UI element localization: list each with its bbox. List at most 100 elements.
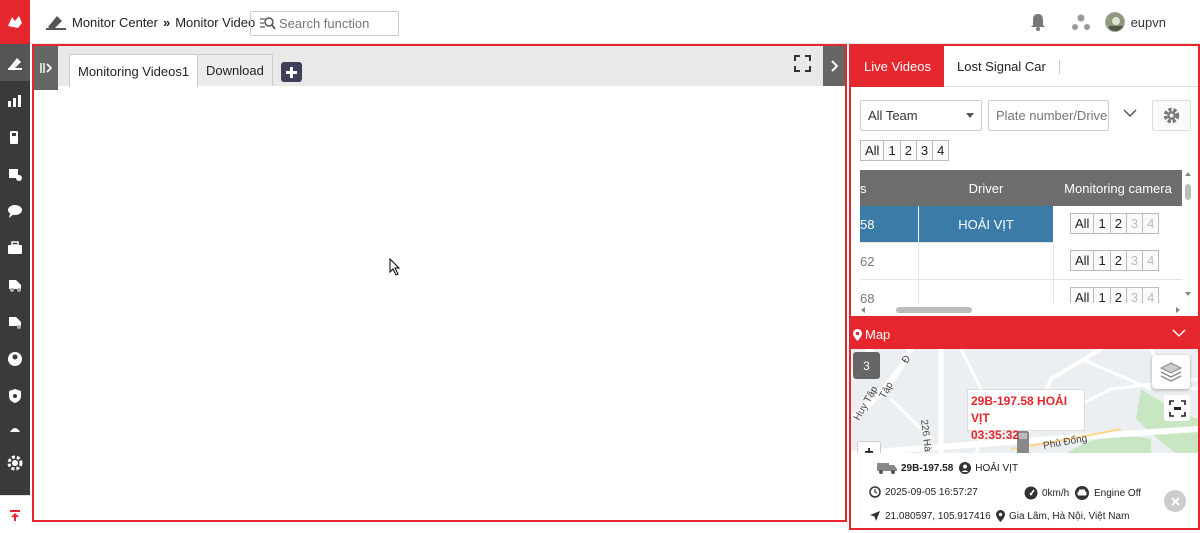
camera-3-button[interactable]: 3	[1125, 250, 1144, 271]
chevron-down-icon[interactable]	[1123, 106, 1137, 121]
map-header[interactable]: Map	[851, 320, 1198, 349]
info-speed: 0km/h	[1042, 487, 1070, 499]
vehicle-settings-nav-icon[interactable]	[0, 303, 30, 340]
row-driver: HOẢI VỊT	[918, 206, 1054, 243]
sidebar	[0, 0, 30, 533]
search-input[interactable]	[279, 16, 389, 31]
breadcrumb: Monitor Center » Monitor Video	[45, 13, 255, 31]
bus-nav-icon[interactable]	[0, 414, 30, 444]
tab-monitoring-videos[interactable]: Monitoring Videos1	[69, 54, 199, 87]
info-datetime: 2025-09-05 16:57:27	[885, 486, 978, 498]
map-panel: Map Huy Tập Phù Đổng Tập Đ 3 29B-197.58 …	[849, 318, 1200, 530]
layers-button[interactable]	[1152, 355, 1190, 389]
row-id: 62	[860, 254, 875, 269]
team-select[interactable]: All Team	[860, 100, 982, 131]
channel-filter-4[interactable]: 4	[932, 140, 950, 161]
settings-nav-icon[interactable]	[0, 444, 30, 481]
plate-driver-input[interactable]	[996, 108, 1108, 123]
popup-time: 03:35:32	[971, 428, 1020, 442]
tab-live-videos[interactable]: Live Videos	[851, 46, 944, 87]
column-camera: Monitoring camera	[1064, 180, 1172, 196]
fullscreen-icon[interactable]	[794, 55, 811, 75]
map-canvas[interactable]: 226 Hà Huy Tập Huy Tập Phù Đổng Tập Đ 3 …	[851, 349, 1198, 528]
info-engine-row: Engine Off	[1074, 486, 1141, 500]
user-name: eupvn	[1130, 14, 1166, 30]
camera-1-button[interactable]: 1	[1093, 287, 1111, 303]
map-fullscreen-button[interactable]	[1164, 395, 1190, 421]
channel-filter-all[interactable]: All	[860, 140, 885, 161]
monitor-icon	[45, 13, 67, 31]
info-driver: HOẢI VỊT	[975, 462, 1019, 474]
vehicle-nav-icon[interactable]	[0, 266, 30, 303]
plate-driver-field[interactable]	[988, 100, 1109, 131]
settings-button[interactable]	[1152, 100, 1191, 131]
info-time-row: 2025-09-05 16:57:27	[869, 486, 978, 498]
camera-buttons: All 1 2 3 4	[1070, 287, 1160, 303]
shield-nav-icon[interactable]	[0, 377, 30, 414]
fuel-nav-icon[interactable]	[0, 118, 30, 155]
message-nav-icon[interactable]	[0, 192, 30, 229]
column-id: s	[860, 180, 867, 196]
driver-nav-icon[interactable]	[0, 340, 30, 377]
tab-lost-signal-car[interactable]: Lost Signal Car	[944, 46, 1059, 87]
camera-4-button[interactable]: 4	[1142, 250, 1160, 271]
map-pin-icon	[853, 328, 862, 341]
camera-all-button[interactable]: All	[1070, 250, 1095, 271]
close-info-button[interactable]	[1164, 490, 1186, 512]
bell-icon[interactable]	[1029, 12, 1047, 32]
camera-4-button[interactable]: 4	[1142, 287, 1160, 303]
channel-filter-2[interactable]: 2	[899, 140, 917, 161]
column-driver[interactable]: Driver	[918, 170, 1054, 206]
table-row[interactable]: 68 All 1 2 3 4	[860, 280, 1182, 303]
close-icon	[1170, 496, 1180, 506]
camera-3-button[interactable]: 3	[1125, 287, 1144, 303]
camera-2-button[interactable]: 2	[1109, 213, 1127, 234]
vertical-scrollbar[interactable]	[1182, 170, 1194, 303]
live-videos-panel: Live Videos Lost Signal Car All Team All…	[849, 44, 1200, 318]
horizontal-scrollbar[interactable]	[860, 304, 1182, 316]
info-coords: 21.080597, 105.917416	[885, 510, 991, 522]
search-box[interactable]	[250, 11, 399, 36]
team-select-value: All Team	[868, 108, 918, 123]
camera-buttons: All 1 2 3 4	[1070, 213, 1160, 234]
caret-down-icon	[966, 113, 974, 118]
location-arrow-icon	[869, 510, 881, 522]
collapse-right-button[interactable]	[823, 46, 845, 86]
channel-filter-1[interactable]: 1	[883, 140, 901, 161]
monitor-nav-icon[interactable]	[0, 44, 30, 81]
info-speed-row: 0km/h	[1024, 486, 1069, 500]
breadcrumb-section[interactable]: Monitor Center	[72, 15, 158, 30]
vehicle-info-card: 29B-197.58 HOẢI VỊT 2025-09-05 16:57:27 …	[851, 453, 1198, 528]
briefcase-nav-icon[interactable]	[0, 229, 30, 266]
camera-2-button[interactable]: 2	[1109, 287, 1127, 303]
avatar	[1104, 12, 1125, 32]
add-tab-button[interactable]	[281, 62, 302, 82]
chevron-down-icon[interactable]	[1172, 329, 1186, 338]
layers-icon	[1159, 361, 1183, 383]
scroll-top-icon[interactable]	[0, 495, 30, 533]
info-engine: Engine Off	[1094, 487, 1142, 499]
channel-filter-3[interactable]: 3	[915, 140, 934, 161]
collapse-left-button[interactable]	[34, 46, 58, 90]
camera-3-button[interactable]: 3	[1125, 213, 1144, 234]
reports-nav-icon[interactable]	[0, 81, 30, 118]
camera-2-button[interactable]: 2	[1109, 250, 1127, 271]
logo-icon[interactable]	[0, 0, 30, 44]
video-tab-bar: Monitoring Videos1 Download	[34, 46, 845, 90]
table-row[interactable]: 58 HOẢI VỊT All 1 2 3 4	[860, 206, 1182, 243]
cluster-count[interactable]: 3	[853, 352, 880, 379]
camera-1-button[interactable]: 1	[1093, 213, 1111, 234]
camera-all-button[interactable]: All	[1070, 287, 1095, 303]
vehicle-popup[interactable]: 29B-197.58 HOẢI VỊT 03:35:32	[967, 389, 1085, 442]
breadcrumb-separator: »	[162, 14, 171, 30]
user-menu[interactable]: eupvn	[1104, 12, 1166, 32]
video-workspace: Monitoring Videos1 Download	[32, 44, 847, 522]
table-row[interactable]: 62 All 1 2 3 4	[860, 243, 1182, 280]
camera-all-button[interactable]: All	[1070, 213, 1095, 234]
info-location-row: Gia Lâm, Hà Nội, Việt Nam	[996, 510, 1129, 522]
camera-4-button[interactable]: 4	[1142, 213, 1160, 234]
camera-1-button[interactable]: 1	[1093, 250, 1111, 271]
org-icon[interactable]	[1071, 12, 1091, 32]
cargo-nav-icon[interactable]	[0, 155, 30, 192]
tab-download[interactable]: Download	[197, 54, 273, 86]
